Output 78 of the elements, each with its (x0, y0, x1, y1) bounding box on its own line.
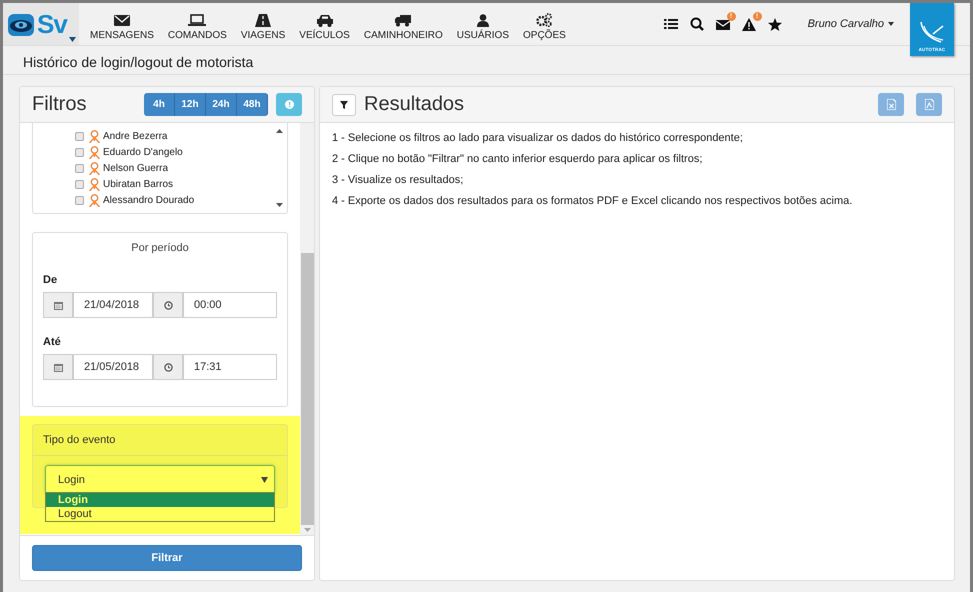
section-title: Tipo do evento (33, 425, 287, 456)
instruction-text: 2 - Clique no botão "Filtrar" no canto inferior esquerdo para aplicar os filtros; (332, 153, 704, 165)
mail-icon[interactable] (716, 18, 730, 30)
calendar-icon (54, 300, 62, 310)
clock-icon (164, 300, 172, 310)
time-field[interactable]: 00:00 (183, 292, 277, 318)
event-type-select[interactable]: Login (45, 465, 275, 494)
driver-name: Ubiratan Barros (103, 178, 174, 190)
user-menu[interactable]: Bruno Carvalho (808, 18, 894, 30)
caret-icon (888, 22, 894, 26)
nav-item[interactable]: VIAGENS (234, 14, 292, 45)
section-title: Por período (130, 241, 190, 256)
checkbox[interactable] (75, 196, 84, 204)
nav-item[interactable]: VEÍCULOS (292, 14, 357, 45)
calendar-icon (54, 362, 62, 372)
panel-title: Filtros (32, 93, 88, 116)
gears-icon (536, 13, 552, 27)
nav-item[interactable]: COMANDOS (160, 14, 234, 45)
warning-icon[interactable] (742, 18, 756, 30)
caret-icon (69, 37, 76, 42)
driver-name: Alessandro Dourado (103, 194, 194, 206)
driver-icon (89, 130, 100, 142)
page-title: Histórico de login/logout de motorista (23, 54, 254, 70)
field-label: Até (43, 336, 62, 348)
scrollbar[interactable] (300, 123, 314, 535)
checkbox[interactable] (75, 132, 84, 140)
spreadsheet-file-icon (886, 99, 896, 110)
driver-icon (89, 194, 100, 206)
time-field[interactable]: 17:31 (183, 354, 277, 380)
road-icon (255, 14, 272, 27)
driver-icon (89, 162, 100, 174)
dropdown-option[interactable]: Logout (46, 507, 274, 521)
driver-icon (89, 178, 100, 190)
clock-icon (164, 362, 172, 372)
truck-icon (395, 14, 412, 27)
instruction-text: 1 - Selecione os filtros ao lado para visualizar os dados do histórico correspondente; (332, 132, 744, 144)
nav-item[interactable]: CAMINHONEIRO (356, 14, 450, 45)
time-range-button[interactable]: 24h (206, 93, 237, 116)
driver-name: Eduardo D'angelo (103, 146, 183, 158)
eye-logo-icon (8, 12, 34, 36)
instruction-text: 4 - Exporte os dados dos resultados para os formatos PDF e Excel clicando nos respectivos botões acima. (332, 195, 854, 207)
instruction-text: 3 - Visualize os resultados; (332, 174, 464, 186)
caret-icon (261, 476, 268, 482)
swoosh-icon (919, 22, 945, 44)
nav-item[interactable]: OPÇÕES (516, 13, 573, 45)
driver-name: Andre Bezerra (103, 130, 168, 142)
time-range-button[interactable]: 12h (175, 93, 206, 116)
scroll-up-icon[interactable] (276, 129, 282, 133)
star-icon[interactable] (768, 18, 782, 30)
time-range-button[interactable]: 48h (237, 93, 268, 116)
field-label: De (43, 274, 58, 286)
driver-name: Nelson Guerra (103, 162, 168, 174)
envelope-icon (114, 14, 130, 27)
user-icon (476, 14, 489, 27)
dropdown-option[interactable]: Login (46, 493, 274, 507)
date-field[interactable]: 21/04/2018 (73, 292, 153, 318)
filter-toggle-button[interactable] (332, 94, 356, 116)
time-range-button[interactable]: 4h (144, 93, 175, 116)
nav-item[interactable]: MENSAGENS (83, 14, 161, 45)
panel-title: Resultados (364, 93, 466, 116)
checkbox[interactable] (75, 148, 84, 156)
excel-export-button[interactable] (878, 93, 904, 116)
checkbox[interactable] (75, 164, 84, 172)
pdf-export-button[interactable] (916, 93, 942, 116)
date-field[interactable]: 21/05/2018 (73, 354, 153, 380)
scroll-down-icon[interactable] (276, 203, 282, 207)
laptop-icon (188, 14, 206, 27)
nav-item[interactable]: USUÁRIOS (450, 14, 516, 45)
list-icon[interactable] (664, 18, 678, 30)
document-file-icon (924, 99, 934, 110)
logo-text: Sv (37, 8, 67, 40)
driver-icon (89, 146, 100, 158)
filter-button[interactable]: Filtrar (32, 545, 302, 571)
help-button[interactable] (276, 93, 302, 116)
funnel-icon (340, 100, 348, 108)
checkbox[interactable] (75, 180, 84, 188)
search-icon[interactable] (690, 17, 704, 31)
car-icon (316, 14, 334, 27)
